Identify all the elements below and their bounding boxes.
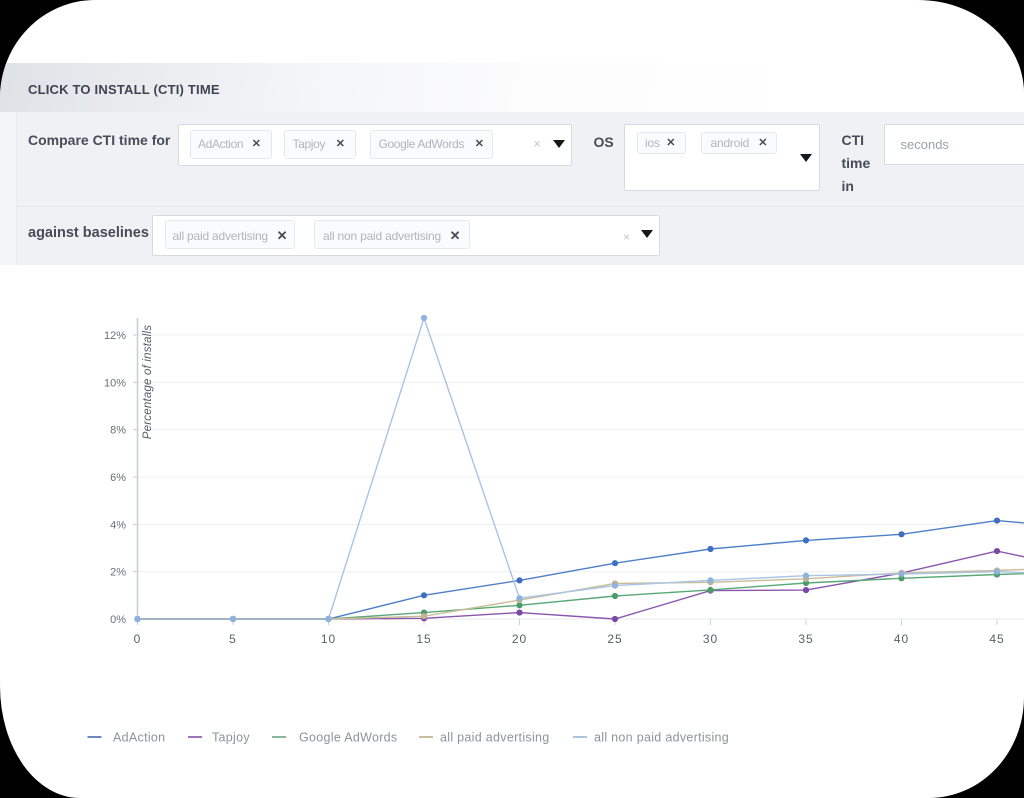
svg-text:Tapjoy: Tapjoy [212,731,250,745]
svg-text:0: 0 [134,632,142,646]
svg-text:30: 30 [703,632,718,646]
svg-text:35: 35 [798,632,813,646]
svg-text:all non paid advertising: all non paid advertising [594,731,729,745]
svg-text:2%: 2% [110,567,126,579]
svg-text:20: 20 [512,632,527,646]
svg-text:4%: 4% [110,519,126,531]
svg-text:AdAction: AdAction [113,731,165,745]
svg-text:0%: 0% [110,614,126,626]
svg-text:Percentage of installs: Percentage of installs [142,325,154,439]
svg-text:15: 15 [416,632,431,646]
svg-text:5: 5 [229,632,237,646]
svg-text:all paid advertising: all paid advertising [440,731,550,745]
svg-text:12%: 12% [104,330,126,342]
svg-text:Google AdWords: Google AdWords [299,731,397,745]
svg-text:40: 40 [894,632,909,646]
svg-text:45: 45 [989,632,1004,646]
svg-text:6%: 6% [110,472,126,484]
svg-text:8%: 8% [110,425,126,437]
svg-text:10: 10 [321,632,336,646]
svg-text:25: 25 [607,632,622,646]
svg-text:10%: 10% [104,377,126,389]
